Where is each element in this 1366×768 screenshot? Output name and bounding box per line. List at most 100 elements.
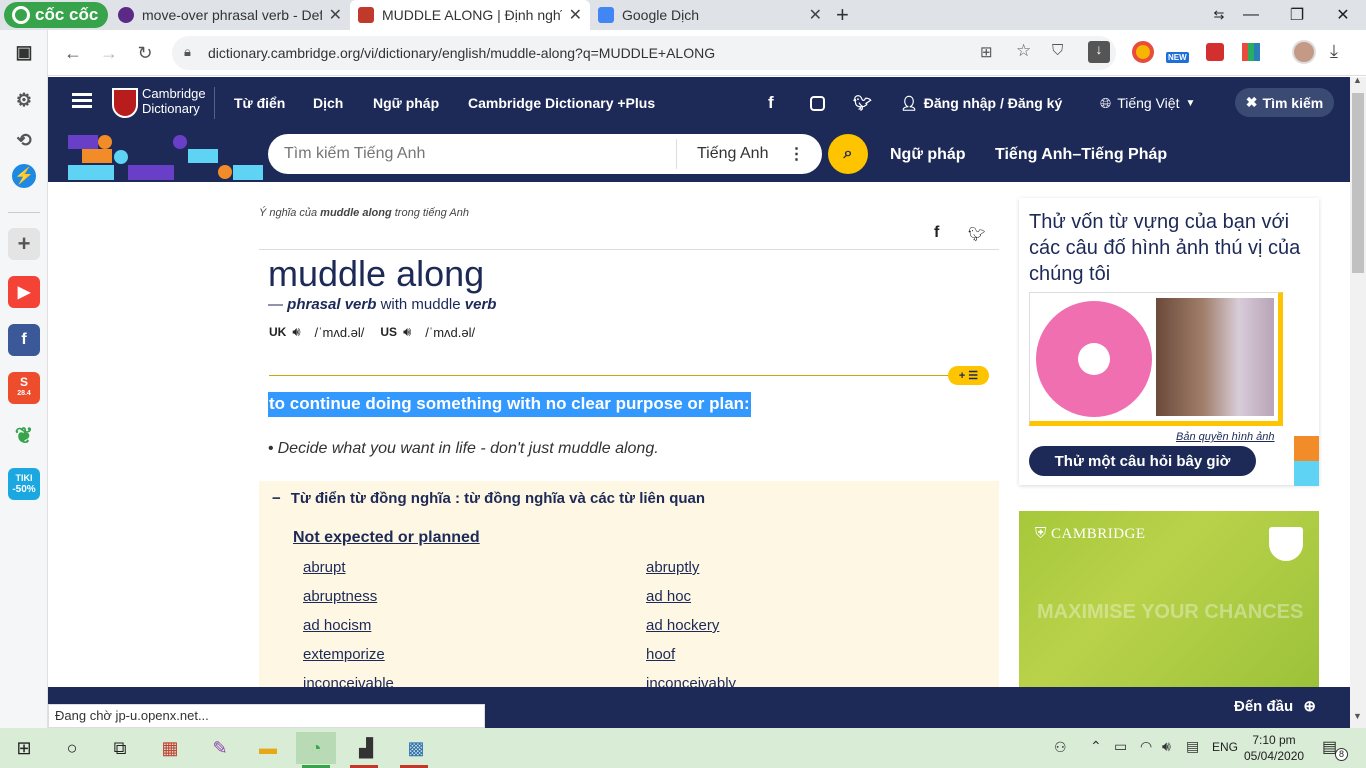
volume-icon[interactable]: 🔊︎ — [1162, 738, 1171, 755]
sidebar-toggle-icon[interactable]: ▣ — [8, 36, 40, 68]
add-to-list-button[interactable]: + ☰ — [948, 366, 989, 385]
facebook-icon[interactable]: f — [8, 324, 40, 356]
maximize-button[interactable]: ❐ — [1274, 0, 1320, 30]
back-arrow-icon[interactable]: ← — [58, 38, 88, 68]
image-copyright-link[interactable]: Bản quyền hình ảnh — [1176, 431, 1274, 443]
search-language-select[interactable]: Tiếng Anh — [697, 145, 768, 163]
task-view-icon[interactable]: ⧉ — [100, 732, 140, 764]
download-page-icon[interactable]: ↓ — [1088, 41, 1110, 63]
synonym-link[interactable]: ad hoc — [646, 588, 976, 617]
thesaurus-group-link[interactable]: Not expected or planned — [293, 529, 480, 547]
synonym-link[interactable]: inconceivable — [303, 675, 633, 687]
close-tab-icon[interactable]: ✕ — [809, 5, 830, 25]
people-icon[interactable]: ⚇ — [1054, 739, 1067, 756]
try-quiz-button[interactable]: Thử một câu hỏi bây giờ — [1029, 446, 1256, 476]
synonym-link[interactable]: abruptly — [646, 559, 976, 588]
us-speaker-icon[interactable]: 🔊︎ — [403, 324, 411, 340]
scrollbar-thumb[interactable] — [1352, 93, 1364, 273]
twitter-icon[interactable]: 🐦︎ — [853, 77, 872, 129]
synonym-link[interactable]: inconceivably — [646, 675, 976, 687]
close-tab-icon[interactable]: ✕ — [569, 5, 590, 25]
tab-muddle-along[interactable]: MUDDLE ALONG | Định nghĩa ✕ — [350, 0, 590, 30]
input-language[interactable]: ENG — [1212, 740, 1238, 754]
extension-chrome-icon[interactable] — [1132, 41, 1154, 63]
shopee-icon[interactable]: S 28.4 — [8, 372, 40, 404]
cambridge-shield-icon[interactable] — [112, 88, 138, 118]
tab-move-over[interactable]: move-over phrasal verb - Def ✕ — [110, 0, 350, 30]
nav-grammar[interactable]: Ngữ pháp — [373, 77, 439, 129]
keyboard-icon[interactable]: ▤ — [1186, 738, 1199, 755]
site-logo-text[interactable]: Cambridge Dictionary — [142, 86, 206, 116]
close-search-button[interactable]: ✖ Tìm kiếm — [1235, 88, 1334, 117]
scroll-down-icon[interactable]: ▼ — [1353, 711, 1362, 721]
collapse-minus-icon[interactable]: − — [272, 490, 281, 507]
cambridge-advertisement[interactable]: ⛨ CAMBRIDGE MAXIMISE YOUR CHANCES — [1019, 511, 1319, 687]
extension-red-icon[interactable] — [1206, 43, 1224, 61]
coccoc-taskbar-icon[interactable]: ◔ — [296, 732, 336, 764]
login-link[interactable]: 👤︎ Đăng nhập / Đăng ký — [900, 77, 1062, 129]
synonym-link[interactable]: extemporize — [303, 646, 633, 675]
minimize-button[interactable]: — — [1228, 0, 1274, 30]
file-explorer-icon[interactable]: ▬ — [248, 732, 288, 764]
language-selector[interactable]: 🌐︎ Tiếng Việt ▼ — [1100, 77, 1195, 129]
more-options-icon[interactable]: ⋮ — [788, 144, 804, 164]
synonym-link[interactable]: ad hockery — [646, 617, 976, 646]
reload-icon[interactable]: ↻ — [130, 38, 160, 68]
wifi-icon[interactable]: ◠ — [1140, 738, 1152, 755]
synonym-link[interactable]: ad hocism — [303, 617, 633, 646]
close-tab-icon[interactable]: ✕ — [329, 5, 350, 25]
coccoc-leaf-icon[interactable]: ❦ — [8, 420, 40, 452]
subnav-grammar-link[interactable]: Ngữ pháp — [890, 146, 966, 164]
windows-start-icon[interactable]: ⊞ — [4, 732, 44, 764]
nav-translate[interactable]: Dịch — [313, 77, 343, 129]
instagram-icon[interactable] — [810, 77, 825, 129]
share-facebook-icon[interactable]: f — [934, 224, 939, 242]
page-scrollbar[interactable]: ▲ ▼ — [1350, 75, 1366, 728]
facebook-share-icon[interactable]: f — [768, 77, 774, 129]
extension-grid-icon[interactable] — [1242, 43, 1260, 61]
new-extension-badge[interactable]: NEW — [1166, 52, 1189, 63]
translate-icon[interactable]: ⊞ — [980, 43, 993, 61]
with-label[interactable]: with muddle — [381, 296, 461, 313]
add-sidebar-item-icon[interactable]: + — [8, 228, 40, 260]
share-twitter-icon[interactable]: 🐦︎ — [968, 226, 986, 243]
address-bar[interactable]: 🔒︎ dictionary.cambridge.org/vi/dictionar… — [172, 36, 1116, 70]
messenger-icon[interactable]: ⚡ — [12, 164, 36, 188]
tab-google-translate[interactable]: Google Dịch ✕ — [590, 0, 830, 30]
profile-avatar[interactable] — [1292, 40, 1316, 64]
synonym-link[interactable]: hoof — [646, 646, 976, 675]
synonym-link[interactable]: abruptness — [303, 588, 633, 617]
tiki-icon[interactable]: TIKI -50% — [8, 468, 40, 500]
forward-arrow-icon[interactable]: → — [94, 38, 124, 68]
battery-icon[interactable]: ▭ — [1114, 738, 1127, 755]
app-paint-icon[interactable]: ✎ — [200, 732, 240, 764]
coccoc-logo[interactable]: cốc cốc — [4, 2, 108, 28]
downloads-icon[interactable]: ⤓ — [1330, 41, 1338, 62]
tray-chevron-up-icon[interactable]: ⌃ — [1090, 738, 1102, 755]
youtube-icon[interactable]: ▶ — [8, 276, 40, 308]
scroll-up-icon[interactable]: ▲ — [1353, 75, 1362, 85]
nav-plus[interactable]: Cambridge Dictionary +Plus — [468, 77, 655, 129]
synonym-link[interactable]: abrupt — [303, 559, 633, 588]
clock[interactable]: 7:10 pm 05/04/2020 — [1244, 732, 1304, 764]
subnav-english-french-link[interactable]: Tiếng Anh–Tiếng Pháp — [995, 146, 1167, 164]
search-button[interactable]: ⌕ — [828, 134, 868, 174]
thesaurus-header[interactable]: − Từ điển từ đồng nghĩa : từ đồng nghĩa v… — [272, 490, 705, 507]
search-taskbar-icon[interactable]: ○ — [52, 732, 92, 764]
hamburger-menu-icon[interactable] — [72, 93, 92, 96]
search-input[interactable] — [268, 145, 676, 163]
uk-speaker-icon[interactable]: 🔊︎ — [292, 324, 300, 340]
close-window-button[interactable]: ✕ — [1320, 0, 1366, 30]
bookmark-star-icon[interactable]: ☆ — [1016, 41, 1031, 61]
new-tab-button[interactable]: + — [836, 2, 849, 28]
url-text[interactable]: dictionary.cambridge.org/vi/dictionary/e… — [208, 45, 715, 61]
history-icon[interactable]: ⟲ — [8, 124, 40, 156]
sticky-notes-icon[interactable]: ▟ — [346, 732, 386, 764]
app-red-icon[interactable]: ▦ — [150, 732, 190, 764]
app-blue-icon[interactable]: ▩ — [396, 732, 436, 764]
back-to-top-link[interactable]: Đến đầu ⊕ — [1234, 697, 1316, 715]
shield-icon[interactable]: ⛉ — [1052, 42, 1063, 59]
nav-dictionary[interactable]: Từ điển — [234, 77, 285, 129]
quiz-image[interactable] — [1029, 292, 1283, 426]
settings-gear-icon[interactable]: ⚙ — [8, 84, 40, 116]
